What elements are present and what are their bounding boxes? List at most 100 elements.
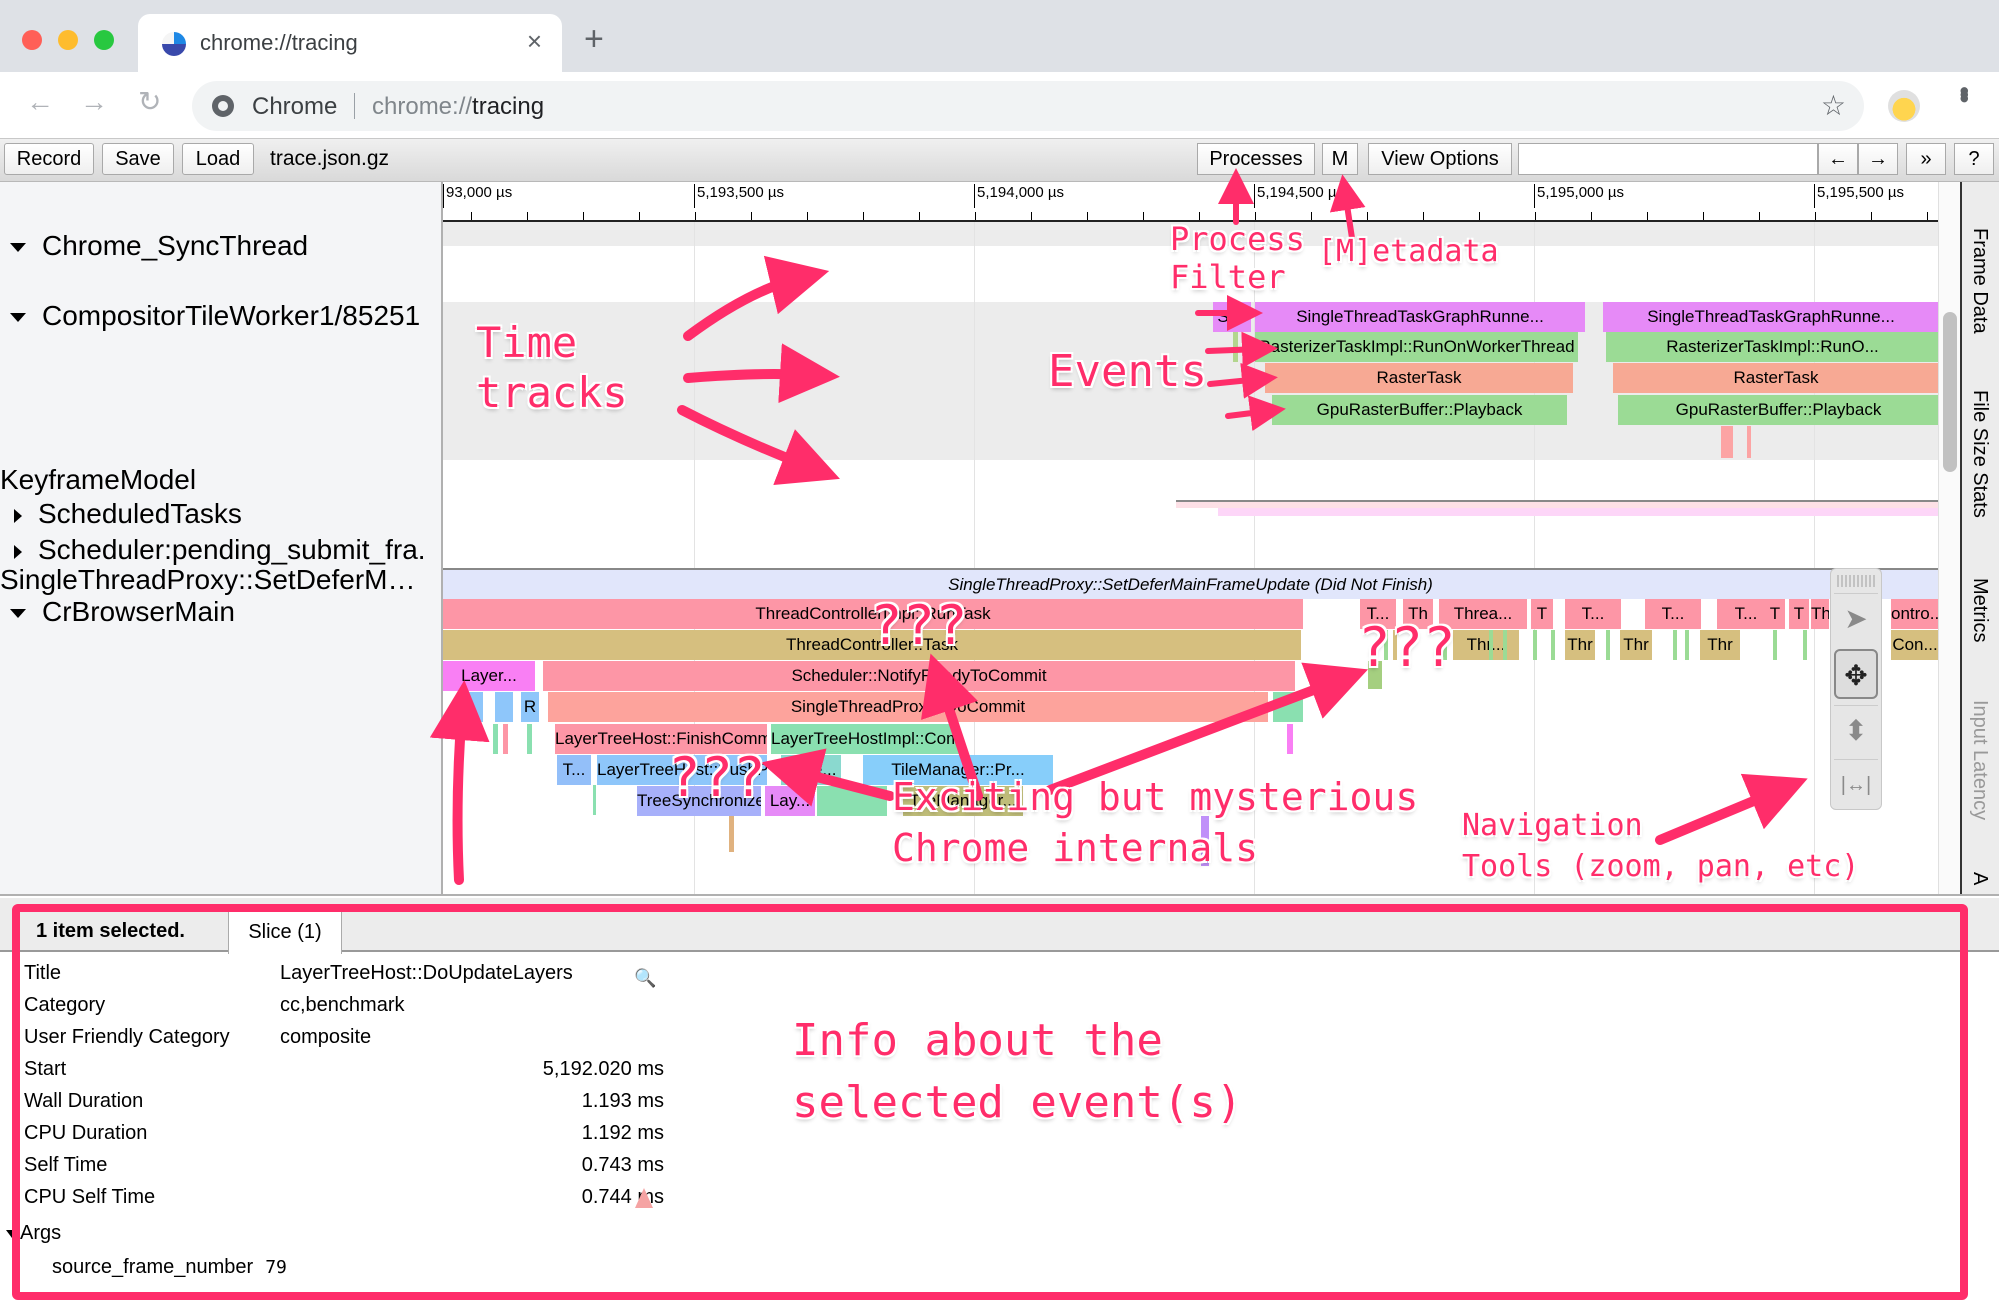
event-sliver[interactable] — [1803, 630, 1807, 660]
event-slice[interactable]: SingleThreadProxy::DoCommit — [548, 692, 1268, 722]
track-label-compositor-tile-worker[interactable]: CompositorTileWorker1/85251 — [10, 300, 420, 332]
expand-triangle-icon[interactable] — [14, 508, 22, 523]
find-previous-button[interactable]: ← — [1818, 143, 1858, 175]
event-sliver[interactable] — [503, 724, 508, 754]
expand-triangle-icon[interactable] — [14, 544, 22, 559]
side-tab-metrics[interactable]: Metrics — [1968, 578, 1991, 642]
event-slice[interactable]: T — [1765, 599, 1785, 629]
event-slice[interactable] — [495, 692, 513, 722]
event-slice[interactable]: T... — [557, 755, 591, 785]
metadata-button[interactable]: M — [1322, 143, 1358, 175]
event-sliver[interactable] — [1533, 630, 1537, 660]
kebab-menu-icon[interactable]: ••• — [1949, 86, 1980, 97]
collapse-triangle-icon[interactable] — [10, 243, 26, 253]
event-slice[interactable] — [1273, 692, 1303, 722]
event-sliver[interactable] — [1721, 426, 1733, 458]
minimize-window-button[interactable] — [58, 30, 78, 50]
drag-handle[interactable] — [1837, 575, 1875, 587]
collapse-triangle-icon[interactable] — [6, 1229, 18, 1238]
event-slice[interactable]: T... — [1645, 599, 1701, 629]
time-ruler[interactable]: 93,000 µs 5,193,500 µs 5,194,000 µs 5,19… — [443, 182, 1938, 222]
event-slice[interactable]: RasterTask — [1613, 363, 1938, 393]
reload-icon[interactable]: ↻ — [138, 88, 161, 116]
event-sliver[interactable] — [1685, 630, 1689, 660]
event-sliver[interactable] — [1747, 426, 1751, 458]
event-sliver[interactable] — [1673, 630, 1677, 660]
new-tab-icon[interactable]: + — [584, 22, 604, 56]
event-slice[interactable]: Thr — [1620, 630, 1652, 660]
event-sliver[interactable] — [493, 724, 498, 754]
pan-tool-icon[interactable]: ✥ — [1834, 649, 1878, 699]
more-button[interactable]: » — [1906, 143, 1946, 175]
zoom-tool-icon[interactable]: ⬍ — [1834, 705, 1878, 755]
event-sliver[interactable] — [729, 816, 734, 852]
close-window-button[interactable] — [22, 30, 42, 50]
tab-slice[interactable]: Slice (1) — [228, 910, 342, 954]
event-slice[interactable]: T — [1789, 599, 1809, 629]
find-next-button[interactable]: → — [1858, 143, 1898, 175]
event-slice[interactable]: SingleThreadTaskGraphRunne... — [1255, 302, 1585, 332]
scrollbar-thumb[interactable] — [1943, 312, 1957, 472]
event-slice[interactable]: RasterizerTaskImpl::RunO... — [1606, 332, 1938, 362]
search-title-icon[interactable]: 🔍 — [634, 968, 656, 989]
side-tab-more[interactable]: A — [1968, 872, 1991, 885]
back-arrow-icon[interactable]: ← — [26, 88, 54, 116]
event-slice[interactable] — [817, 786, 887, 816]
navigation-toolbox[interactable]: ➤ ✥ ⬍ |↔| — [1830, 568, 1882, 810]
event-sliver[interactable] — [1606, 630, 1610, 660]
keyframe-event[interactable] — [1218, 508, 1938, 516]
help-button[interactable]: ? — [1954, 143, 1994, 175]
processes-filter-button[interactable]: Processes — [1197, 143, 1315, 175]
track-label-scheduler-pending[interactable]: Scheduler:pending_submit_fra. — [10, 534, 426, 566]
event-sliver[interactable] — [1773, 630, 1777, 660]
maximize-window-button[interactable] — [94, 30, 114, 50]
record-button[interactable]: Record — [4, 143, 94, 175]
event-slice[interactable]: GpuRasterBuffer::Playback — [1618, 395, 1938, 425]
event-sliver[interactable] — [1503, 630, 1507, 660]
vertical-scrollbar[interactable] — [1938, 182, 1960, 894]
collapse-triangle-icon[interactable] — [10, 313, 26, 323]
event-slice[interactable] — [463, 692, 483, 722]
find-input[interactable] — [1518, 143, 1818, 175]
event-slice[interactable]: Scheduler::NotifyReadyToCommit — [543, 661, 1295, 691]
event-slice[interactable]: SingleThreadProxy::SetDeferMainFrameUpda… — [443, 570, 1938, 599]
event-slice[interactable]: ontro... — [1891, 599, 1938, 629]
event-slice[interactable]: R — [521, 692, 539, 722]
event-slice[interactable]: Thr — [1565, 630, 1595, 660]
load-button[interactable]: Load — [182, 143, 254, 175]
event-sliver[interactable] — [1233, 332, 1238, 362]
event-slice[interactable]: LayerTreeHostImpl::CommitComplete — [771, 724, 959, 754]
event-slice[interactable]: RasterizerTaskImpl::RunOnWorkerThread — [1255, 332, 1578, 362]
side-tab-frame-data[interactable]: Frame Data — [1968, 228, 1991, 334]
event-sliver[interactable] — [527, 724, 532, 754]
event-sliver[interactable] — [1489, 630, 1493, 660]
save-button[interactable]: Save — [102, 143, 174, 175]
event-slice[interactable]: RasterTask — [1265, 363, 1573, 393]
browser-tab[interactable]: chrome://tracing × — [138, 14, 562, 74]
event-slice[interactable]: Th — [1811, 599, 1829, 629]
omnibox-url[interactable]: chrome://tracing — [372, 93, 544, 121]
track-label-chrome-syncthread[interactable]: Chrome_SyncThread — [10, 230, 308, 262]
side-tab-file-size-stats[interactable]: File Size Stats — [1968, 390, 1991, 518]
event-slice[interactable]: SingleThreadTaskGraphRunne... — [1603, 302, 1938, 332]
forward-arrow-icon[interactable]: → — [80, 88, 108, 116]
view-options-button[interactable]: View Options — [1368, 143, 1512, 175]
address-bar[interactable]: Chrome chrome://tracing ☆ — [192, 81, 1864, 131]
side-tab-input-latency[interactable]: Input Latency — [1968, 700, 1991, 820]
args-section-toggle[interactable]: Args — [6, 1222, 61, 1245]
event-slice[interactable]: T... — [1565, 599, 1621, 629]
profile-avatar-icon[interactable] — [1888, 90, 1920, 122]
event-sliver[interactable] — [1551, 630, 1555, 660]
event-slice[interactable]: Thr... — [1453, 630, 1519, 660]
event-slice[interactable]: Lay... — [765, 786, 815, 816]
event-sliver[interactable] — [1287, 724, 1293, 754]
event-slice-selected[interactable]: Layer... — [443, 661, 535, 691]
event-slice[interactable]: Thr — [1700, 630, 1740, 660]
select-tool-icon[interactable]: ➤ — [1834, 593, 1878, 643]
event-slice[interactable]: GpuRasterBuffer::Playback — [1272, 395, 1567, 425]
timing-tool-icon[interactable]: |↔| — [1834, 759, 1878, 809]
event-slice[interactable]: Laye... — [781, 755, 841, 785]
event-slice[interactable]: T — [1531, 599, 1553, 629]
event-slice[interactable]: Si... — [1213, 302, 1251, 332]
event-slice[interactable]: Con... — [1891, 630, 1938, 660]
